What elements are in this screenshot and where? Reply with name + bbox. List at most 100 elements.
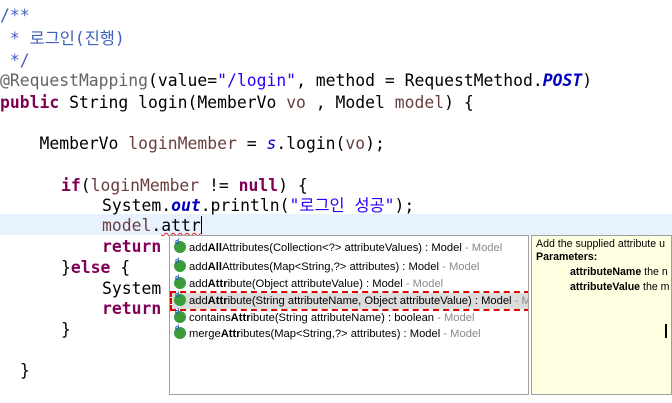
code-text: ( [80,176,91,195]
local-variable: loginMember [128,134,237,153]
completion-name: add [189,242,208,254]
javadoc-summary: Add the supplied attribute u [536,238,665,250]
code-text: = [236,134,267,153]
keyword: else [70,258,111,277]
code-text: , method = RequestMethod. [296,71,543,90]
code-text: System. [102,196,172,215]
static-field: out [171,196,201,215]
javadoc-params-heading: Parameters: [536,251,598,263]
code-text: (value= [148,71,218,90]
completion-match: All [207,261,222,273]
javadoc-scrollbar[interactable] [665,324,667,338]
param-name: attributeValue [570,281,641,293]
completion-item[interactable]: containsAttribute(String attributeName) … [174,305,475,326]
code-text: != [199,176,239,195]
completion-match: All [207,242,222,254]
local-variable: loginMember [90,176,200,195]
static-field: POST [542,71,583,90]
code-text: .println( [200,196,290,215]
param-desc: the n [641,266,668,278]
javadoc-param-2: attributeValue the m [570,281,670,294]
typed-prefix: attr [161,216,201,235]
comment-text: 로그인(진행) [29,29,125,48]
code-text: .login( [276,134,346,153]
completion-match: Attr [220,328,241,340]
string-literal: "로그인 성공" [289,196,395,215]
keyword: public [0,93,60,112]
completion-name: add [189,295,208,307]
completion-name: Attributes [221,242,270,254]
code-line-3: */ [0,51,30,71]
comment-star: * [0,29,30,48]
code-line-10: System.out.println("로그인 성공"); [102,196,414,216]
code-text: . [151,216,162,235]
completion-item-selected[interactable]: addAttribute(String attributeName, Objec… [170,288,528,311]
completion-name: ibute [250,312,275,324]
code-line-11: model.attr [102,216,202,236]
completion-signature: (Map<String,?> attributes) : Model [269,261,439,273]
completion-name: Attributes [221,261,270,273]
completion-match: Attr [230,312,251,324]
keyword: null [238,176,279,195]
completion-name: ibute [227,295,252,307]
comment-open: /** [0,6,30,25]
code-line-12: return [102,237,161,257]
code-text: { [110,258,131,277]
completion-qualifier: - Model [439,261,480,273]
public-method-icon [174,321,186,339]
completion-qualifier: - Model [461,242,503,254]
completion-signature: (Object attributeValue) : Model [251,278,403,290]
completion-signature: (Map<String,?> attributes) : Model [270,328,441,340]
param-desc: the m [640,281,670,293]
code-line-9: if(loginMember != null) { [61,176,308,196]
parameter: vo [345,134,366,153]
completion-item[interactable]: mergeAttributes(Map<String,?> attributes… [174,321,481,342]
current-line-highlight [0,214,672,235]
code-line-4: @RequestMapping(value="/login", method =… [0,71,592,91]
code-line-14: System [102,279,161,299]
completion-item[interactable]: addAllAttributes(Collection<?> attribute… [174,236,503,256]
keyword: if [61,176,81,195]
completion-qualifier: - Model [514,295,528,307]
completion-qualifier: - Model [434,312,475,324]
code-text: ); [394,196,415,215]
code-text: ); [365,134,385,153]
code-text: ) { [444,93,474,112]
code-line-2: * 로그인(진행) [0,29,125,49]
annotation: @RequestMapping [0,71,149,90]
code-text: ) [582,71,593,90]
code-text: MemberVo [0,134,129,153]
completion-signature: (String attributeName) : boolean [274,312,435,324]
completion-signature: (Collection<?> attributeValues) : Model [269,242,462,254]
completion-name: merge [189,328,221,340]
code-line-15: return [102,299,161,319]
completion-qualifier: - Model [440,328,481,340]
comment-close: */ [0,51,30,70]
completion-name: ibutes [240,328,271,340]
completion-match: Attr [207,278,228,290]
content-assist-popup[interactable]: addAllAttributes(Collection<?> attribute… [169,235,529,395]
javadoc-param-1: attributeName the n [570,266,668,279]
completion-name: contains [189,312,231,324]
completion-item[interactable]: addAllAttributes(Map<String,?> attribute… [174,254,480,275]
parameter: model [102,216,152,235]
javadoc-hover-panel[interactable]: Add the supplied attribute u Parameters:… [531,235,672,395]
public-method-icon [174,236,186,253]
code-text: , Model [305,93,395,112]
code-text: } [61,258,71,277]
completion-match: Attr [207,295,228,307]
code-line-18: } [20,361,30,381]
text-caret [200,216,202,234]
code-text: } [61,320,71,339]
completion-name: add [189,261,208,273]
code-line-16: } [61,320,71,340]
completion-name: add [189,278,208,290]
completion-qualifier: - Model [402,278,444,290]
code-text: ) { [278,176,308,195]
code-line-7: MemberVo loginMember = s.login(vo); [0,134,385,154]
param-name: attributeName [570,266,642,278]
completion-name: ibute [227,278,252,290]
completion-item[interactable]: addAttribute(Object attributeValue) : Mo… [174,271,444,292]
code-text: } [20,361,30,380]
keyword: return [102,299,162,318]
